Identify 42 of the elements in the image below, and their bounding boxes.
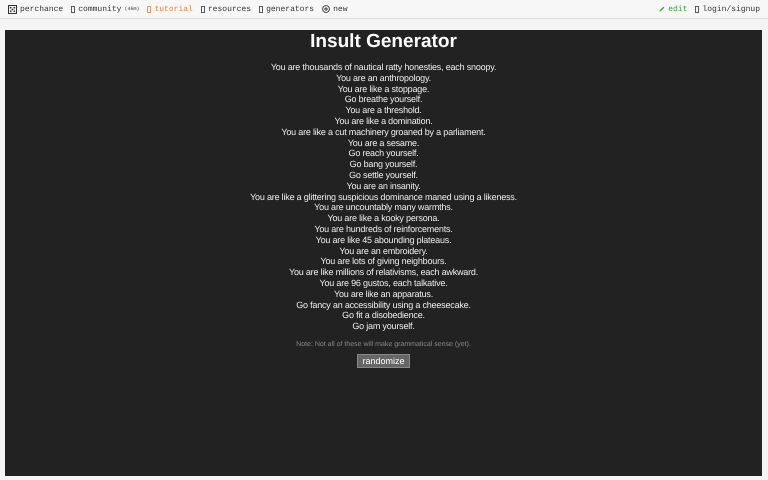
insult-line: You are like an apparatus. xyxy=(334,288,434,300)
glyph-icon xyxy=(71,6,76,12)
glyph-icon xyxy=(200,6,205,12)
insult-line: You are like a glittering suspicious dominance maned using a likeness. xyxy=(250,192,517,202)
insult-line: Go fancy an accessibility using a cheesecake. xyxy=(296,300,471,310)
insult-line: You are an insanity. xyxy=(346,180,421,192)
pencil-icon xyxy=(659,6,666,12)
brand-name: perchance xyxy=(20,4,64,14)
insult-line: You are an anthropology. xyxy=(336,72,431,84)
insult-line: You are like millions of relativisms, each awkward. xyxy=(288,267,478,278)
insult-line: Go jam yourself. xyxy=(352,321,415,332)
glyph-icon xyxy=(147,6,152,12)
insult-line: Go bang yourself. xyxy=(350,159,418,170)
insult-line: You are a sesame. xyxy=(348,138,420,148)
insult-line: You are a threshold. xyxy=(345,105,422,116)
insult-line: Go settle yourself. xyxy=(349,170,418,181)
randomize-button[interactable]: randomize xyxy=(357,354,410,368)
insult-line: You are 96 gustos, each talkative. xyxy=(320,278,448,289)
nav-link[interactable]: new xyxy=(322,4,348,14)
insult-line: Go breathe yourself. xyxy=(344,94,422,106)
insult-line: You are like a stoppage. xyxy=(338,84,430,94)
nav-label: community xyxy=(78,4,122,14)
insult-line: You are an embroidery. xyxy=(339,246,428,256)
insult-line: Go fit a disobedience. xyxy=(342,310,425,322)
nav-label: tutorial xyxy=(154,4,193,14)
page-title: Insult Generator xyxy=(310,31,457,53)
insult-line: You are like a kooky persona. xyxy=(328,213,440,224)
glyph-icon xyxy=(259,6,264,12)
dice-icon xyxy=(8,4,17,14)
insult-line: You are like a cut machinery groaned by a parliament. xyxy=(281,126,486,138)
glyph-icon xyxy=(695,6,700,12)
nav-label: new xyxy=(333,4,348,14)
insult-line: Go reach yourself. xyxy=(348,148,418,160)
brand-link[interactable]: perchance xyxy=(8,4,64,14)
insult-line: You are thousands of nautical ratty honesties, each snoopy. xyxy=(270,62,496,73)
insult-line: You are hundreds of reinforcements. xyxy=(314,224,453,235)
link-label: edit xyxy=(668,4,688,14)
plus-circle-icon xyxy=(322,5,330,13)
insult-line: You are uncountably many warmths. xyxy=(314,202,453,214)
insult-line: You are like 45 abounding plateaus. xyxy=(316,234,452,246)
insult-line: You are like a domination. xyxy=(334,116,433,127)
insult-line: You are lots of giving neighbours. xyxy=(320,256,446,268)
